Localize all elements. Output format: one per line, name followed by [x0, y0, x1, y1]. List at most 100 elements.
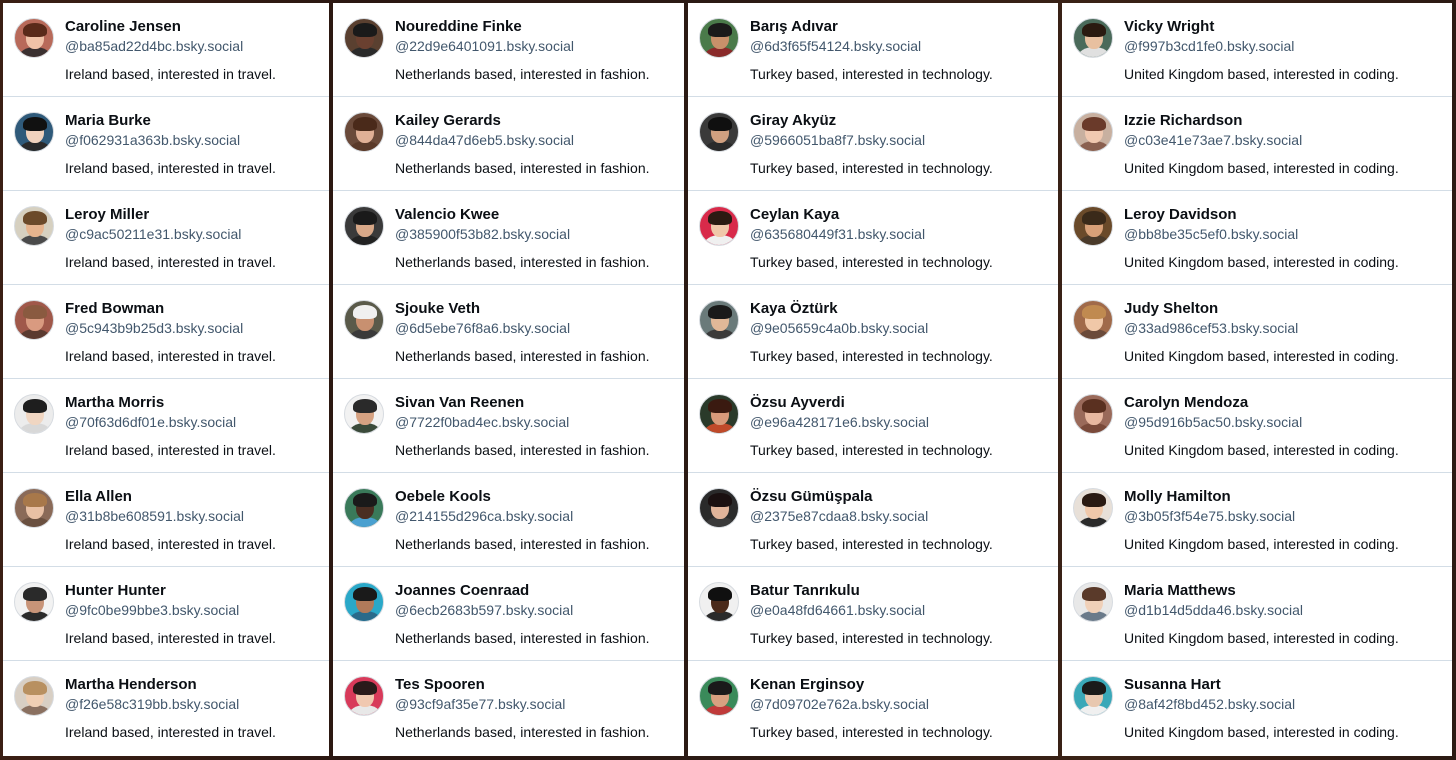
account-row[interactable]: Carolyn Mendoza @95d916b5ac50.bsky.social… — [1062, 379, 1452, 473]
avatar[interactable] — [344, 300, 384, 340]
avatar[interactable] — [344, 488, 384, 528]
account-display-name[interactable]: Carolyn Mendoza — [1124, 394, 1248, 411]
account-display-name[interactable]: Tes Spooren — [395, 676, 485, 693]
account-row[interactable]: Izzie Richardson @c03e41e73ae7.bsky.socia… — [1062, 97, 1452, 191]
account-handle[interactable]: @95d916b5ac50.bsky.social — [1124, 414, 1302, 430]
account-display-name[interactable]: Ceylan Kaya — [750, 206, 839, 223]
account-handle[interactable]: @6d3f65f54124.bsky.social — [750, 38, 921, 54]
account-row[interactable]: Ella Allen @31b8be608591.bsky.social Irela… — [3, 473, 329, 567]
avatar[interactable] — [14, 300, 54, 340]
account-row[interactable]: Valencio Kwee @385900f53b82.bsky.social Ne… — [333, 191, 684, 285]
account-row[interactable]: Vicky Wright @f997b3cd1fe0.bsky.social Uni… — [1062, 3, 1452, 97]
avatar[interactable] — [1073, 394, 1113, 434]
account-display-name[interactable]: Izzie Richardson — [1124, 112, 1242, 129]
account-handle[interactable]: @635680449f31.bsky.social — [750, 226, 925, 242]
account-handle[interactable]: @c03e41e73ae7.bsky.social — [1124, 132, 1302, 148]
account-row[interactable]: Tes Spooren @93cf9af35e77.bsky.social Neth… — [333, 661, 684, 755]
account-row[interactable]: Martha Henderson @f26e58c319bb.bsky.socia… — [3, 661, 329, 755]
account-handle[interactable]: @3b05f3f54e75.bsky.social — [1124, 508, 1295, 524]
avatar[interactable] — [699, 206, 739, 246]
avatar[interactable] — [14, 676, 54, 716]
account-row[interactable]: Hunter Hunter @9fc0be99bbe3.bsky.social Ir… — [3, 567, 329, 661]
account-handle[interactable]: @22d9e6401091.bsky.social — [395, 38, 574, 54]
avatar[interactable] — [14, 18, 54, 58]
avatar[interactable] — [699, 488, 739, 528]
avatar[interactable] — [699, 394, 739, 434]
avatar[interactable] — [344, 582, 384, 622]
account-display-name[interactable]: Maria Matthews — [1124, 582, 1236, 599]
avatar[interactable] — [699, 112, 739, 152]
account-handle[interactable]: @e0a48fd64661.bsky.social — [750, 602, 925, 618]
account-handle[interactable]: @d1b14d5dda46.bsky.social — [1124, 602, 1303, 618]
account-display-name[interactable]: Maria Burke — [65, 112, 151, 129]
avatar[interactable] — [14, 488, 54, 528]
account-row[interactable]: Giray Akyüz @5966051ba8f7.bsky.social Turk… — [688, 97, 1058, 191]
account-handle[interactable]: @c9ac50211e31.bsky.social — [65, 226, 241, 242]
account-display-name[interactable]: Hunter Hunter — [65, 582, 166, 599]
account-handle[interactable]: @31b8be608591.bsky.social — [65, 508, 244, 524]
avatar[interactable] — [1073, 300, 1113, 340]
avatar[interactable] — [699, 18, 739, 58]
account-display-name[interactable]: Fred Bowman — [65, 300, 164, 317]
account-display-name[interactable]: Oebele Kools — [395, 488, 491, 505]
account-handle[interactable]: @f26e58c319bb.bsky.social — [65, 696, 239, 712]
account-row[interactable]: Caroline Jensen @ba85ad22d4bc.bsky.social… — [3, 3, 329, 97]
account-handle[interactable]: @7722f0bad4ec.bsky.social — [395, 414, 569, 430]
account-handle[interactable]: @385900f53b82.bsky.social — [395, 226, 570, 242]
account-handle[interactable]: @7d09702e762a.bsky.social — [750, 696, 929, 712]
avatar[interactable] — [699, 676, 739, 716]
account-display-name[interactable]: Caroline Jensen — [65, 18, 181, 35]
account-display-name[interactable]: Joannes Coenraad — [395, 582, 529, 599]
account-row[interactable]: Leroy Davidson @bb8be35c5ef0.bsky.social U… — [1062, 191, 1452, 285]
account-handle[interactable]: @5c943b9b25d3.bsky.social — [65, 320, 243, 336]
avatar[interactable] — [14, 206, 54, 246]
account-row[interactable]: Özsu Ayverdi @e96a428171e6.bsky.social Tur… — [688, 379, 1058, 473]
account-handle[interactable]: @ba85ad22d4bc.bsky.social — [65, 38, 243, 54]
account-row[interactable]: Noureddine Finke @22d9e6401091.bsky.socia… — [333, 3, 684, 97]
account-handle[interactable]: @70f63d6df01e.bsky.social — [65, 414, 236, 430]
account-display-name[interactable]: Judy Shelton — [1124, 300, 1218, 317]
account-row[interactable]: Leroy Miller @c9ac50211e31.bsky.social Ire… — [3, 191, 329, 285]
account-handle[interactable]: @9e05659c4a0b.bsky.social — [750, 320, 928, 336]
avatar[interactable] — [1073, 206, 1113, 246]
avatar[interactable] — [344, 676, 384, 716]
account-handle[interactable]: @f997b3cd1fe0.bsky.social — [1124, 38, 1294, 54]
account-handle[interactable]: @9fc0be99bbe3.bsky.social — [65, 602, 239, 618]
avatar[interactable] — [14, 394, 54, 434]
account-display-name[interactable]: Kaya Öztürk — [750, 300, 838, 317]
avatar[interactable] — [1073, 112, 1113, 152]
account-row[interactable]: Judy Shelton @33ad986cef53.bsky.social Uni… — [1062, 285, 1452, 379]
account-row[interactable]: Joannes Coenraad @6ecb2683b597.bsky.socia… — [333, 567, 684, 661]
account-display-name[interactable]: Vicky Wright — [1124, 18, 1214, 35]
account-display-name[interactable]: Batur Tanrıkulu — [750, 582, 860, 599]
account-row[interactable]: Kaya Öztürk @9e05659c4a0b.bsky.social Turk… — [688, 285, 1058, 379]
avatar[interactable] — [344, 206, 384, 246]
account-display-name[interactable]: Ella Allen — [65, 488, 132, 505]
account-handle[interactable]: @5966051ba8f7.bsky.social — [750, 132, 925, 148]
account-row[interactable]: Barış Adıvar @6d3f65f54124.bsky.social Tur… — [688, 3, 1058, 97]
account-row[interactable]: Martha Morris @70f63d6df01e.bsky.social Ir… — [3, 379, 329, 473]
account-row[interactable]: Maria Matthews @d1b14d5dda46.bsky.social U… — [1062, 567, 1452, 661]
account-handle[interactable]: @93cf9af35e77.bsky.social — [395, 696, 565, 712]
account-row[interactable]: Fred Bowman @5c943b9b25d3.bsky.social Irel… — [3, 285, 329, 379]
avatar[interactable] — [1073, 676, 1113, 716]
account-row[interactable]: Ceylan Kaya @635680449f31.bsky.social Turk… — [688, 191, 1058, 285]
account-row[interactable]: Özsu Gümüşpala @2375e87cdaa8.bsky.social T… — [688, 473, 1058, 567]
account-display-name[interactable]: Özsu Gümüşpala — [750, 488, 873, 505]
account-display-name[interactable]: Martha Morris — [65, 394, 164, 411]
avatar[interactable] — [1073, 488, 1113, 528]
account-row[interactable]: Kenan Erginsoy @7d09702e762a.bsky.social T… — [688, 661, 1058, 755]
account-display-name[interactable]: Barış Adıvar — [750, 18, 838, 35]
account-display-name[interactable]: Leroy Miller — [65, 206, 149, 223]
account-row[interactable]: Susanna Hart @8af42f8bd452.bsky.social Uni… — [1062, 661, 1452, 755]
account-display-name[interactable]: Susanna Hart — [1124, 676, 1221, 693]
avatar[interactable] — [344, 18, 384, 58]
account-handle[interactable]: @f062931a363b.bsky.social — [65, 132, 240, 148]
avatar[interactable] — [1073, 18, 1113, 58]
account-display-name[interactable]: Martha Henderson — [65, 676, 197, 693]
account-row[interactable]: Molly Hamilton @3b05f3f54e75.bsky.social U… — [1062, 473, 1452, 567]
avatar[interactable] — [14, 112, 54, 152]
avatar[interactable] — [14, 582, 54, 622]
account-row[interactable]: Oebele Kools @214155d296ca.bsky.social Net… — [333, 473, 684, 567]
avatar[interactable] — [1073, 582, 1113, 622]
